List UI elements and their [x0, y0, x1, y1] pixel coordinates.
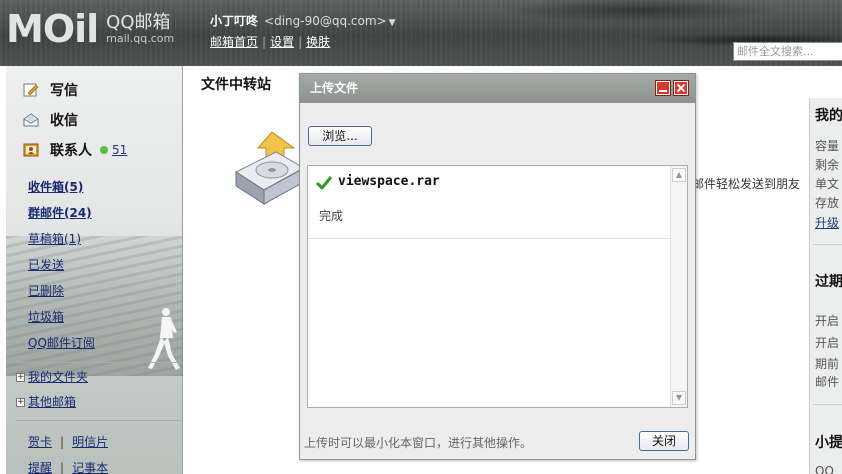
file-name: viewspace.rar	[338, 174, 440, 189]
storage-heading: 我的	[815, 108, 842, 124]
sidebar-bottom-links: 贺卡 | 明信片 提醒 | 记事本	[28, 435, 109, 474]
storage-row-remaining: 剩余	[815, 158, 840, 172]
expiry-row-4: 邮件	[815, 375, 840, 389]
online-status-icon	[100, 146, 108, 154]
upload-dialog: 上传文件 浏览... viewspace.rar 完成 ▲ ▼ 上传时可以最小化…	[299, 73, 696, 460]
header: MOil QQ邮箱 mail.qq.com 小丁叮咚 <ding-90@qq.co…	[0, 0, 842, 66]
logo-name: QQ邮箱	[106, 12, 171, 33]
compose-icon	[22, 82, 40, 98]
folder-subscriptions[interactable]: QQ邮件订阅	[28, 330, 95, 356]
scroll-down-icon[interactable]: ▼	[672, 391, 686, 405]
link-skin[interactable]: 换肤	[306, 35, 330, 49]
link-mail-home[interactable]: 邮箱首页	[210, 35, 258, 49]
tips-heading: 小提	[815, 435, 842, 451]
hard-drive-icon	[234, 131, 306, 205]
compose-label: 写信	[50, 83, 78, 99]
user-email: <ding-90@qq.com>	[264, 14, 387, 28]
upload-file-list: viewspace.rar 完成 ▲ ▼	[307, 165, 688, 408]
sidebar: 写信 收信 联系人 51 收件箱(5) 群邮件(24) 草稿箱(1) 已发送 已…	[6, 66, 183, 474]
browse-button[interactable]: 浏览...	[308, 126, 372, 146]
link-notepad[interactable]: 记事本	[72, 461, 108, 474]
folder-deleted[interactable]: 已删除	[28, 278, 95, 304]
scroll-up-icon[interactable]: ▲	[672, 168, 686, 182]
folder-sent[interactable]: 已发送	[28, 252, 95, 278]
expiry-row-2: 开启	[815, 336, 840, 350]
sidebar-divider	[16, 420, 181, 421]
logo-domain: mail.qq.com	[106, 32, 175, 45]
user-name: 小丁叮咚	[210, 14, 259, 28]
page-title: 文件中转站	[201, 77, 271, 93]
checkmark-icon	[316, 176, 332, 190]
storage-row-capacity: 容量	[815, 139, 840, 153]
link-postcards[interactable]: 明信片	[72, 435, 108, 449]
storage-row-retention: 存放	[815, 196, 840, 210]
minimize-icon[interactable]	[655, 80, 671, 96]
link-greeting-cards[interactable]: 贺卡	[28, 435, 52, 449]
account-dropdown-icon[interactable]: ▼	[389, 18, 396, 28]
dialog-footer-note: 上传时可以最小化本窗口，进行其他操作。	[304, 436, 533, 450]
tree-my-folders-label: 我的文件夹	[28, 370, 89, 384]
expiry-row-1: 开启	[815, 314, 840, 328]
tree-other-mailboxes-label: 其他邮箱	[28, 395, 77, 409]
panel-divider	[813, 244, 842, 245]
logo-mark: MOil	[6, 7, 99, 51]
folder-spam[interactable]: 垃圾箱	[28, 304, 95, 330]
user-box: 小丁叮咚 <ding-90@qq.com> ▼ 邮箱首页 | 设置 | 换肤	[210, 12, 396, 50]
close-button[interactable]: 关闭	[639, 431, 689, 451]
user-links: 邮箱首页 | 设置 | 换肤	[210, 35, 331, 49]
receive-button[interactable]: 收信	[22, 105, 127, 135]
tree-other-mailboxes[interactable]: + 其他邮箱	[16, 390, 88, 415]
folder-tree: + 我的文件夹 + 其他邮箱	[16, 365, 88, 415]
folder-list: 收件箱(5) 群邮件(24) 草稿箱(1) 已发送 已删除 垃圾箱 QQ邮件订阅	[28, 174, 95, 356]
expand-icon[interactable]: +	[16, 373, 25, 382]
folder-inbox[interactable]: 收件箱(5)	[28, 174, 95, 200]
upgrade-link[interactable]: 升级	[815, 214, 842, 231]
panel-divider	[813, 404, 842, 405]
file-list-scrollbar[interactable]: ▲ ▼	[670, 166, 687, 407]
logo[interactable]: MOil QQ邮箱 mail.qq.com	[6, 9, 174, 49]
sidebar-divider	[16, 362, 181, 363]
expand-icon[interactable]: +	[16, 398, 25, 407]
expiry-heading: 过期	[815, 274, 842, 290]
link-settings[interactable]: 设置	[270, 35, 294, 49]
contacts-count-link[interactable]: 51	[112, 143, 127, 157]
tips-row: QQ	[815, 464, 834, 474]
close-icon[interactable]	[673, 80, 689, 96]
folder-group-mail[interactable]: 群邮件(24)	[28, 200, 95, 226]
expiry-row-3: 期前	[815, 357, 840, 371]
contacts-label: 联系人	[50, 143, 92, 159]
file-status: 完成	[319, 209, 344, 223]
folder-drafts[interactable]: 草稿箱(1)	[28, 226, 95, 252]
receive-label: 收信	[50, 113, 78, 129]
link-reminders[interactable]: 提醒	[28, 461, 52, 474]
search-input[interactable]: 邮件全文搜索...	[733, 42, 842, 61]
dialog-title[interactable]: 上传文件	[300, 74, 695, 103]
list-item: viewspace.rar 完成	[308, 166, 670, 239]
contacts-button[interactable]: 联系人 51	[22, 135, 127, 165]
quick-actions: 写信 收信 联系人 51	[22, 75, 127, 165]
background-description-text: 邮件轻松发送到朋友	[692, 177, 801, 191]
contacts-icon	[22, 142, 40, 158]
compose-button[interactable]: 写信	[22, 75, 127, 105]
inbox-icon	[22, 112, 40, 128]
tree-my-folders[interactable]: + 我的文件夹	[16, 365, 88, 390]
storage-row-single-file: 单文	[815, 177, 840, 191]
